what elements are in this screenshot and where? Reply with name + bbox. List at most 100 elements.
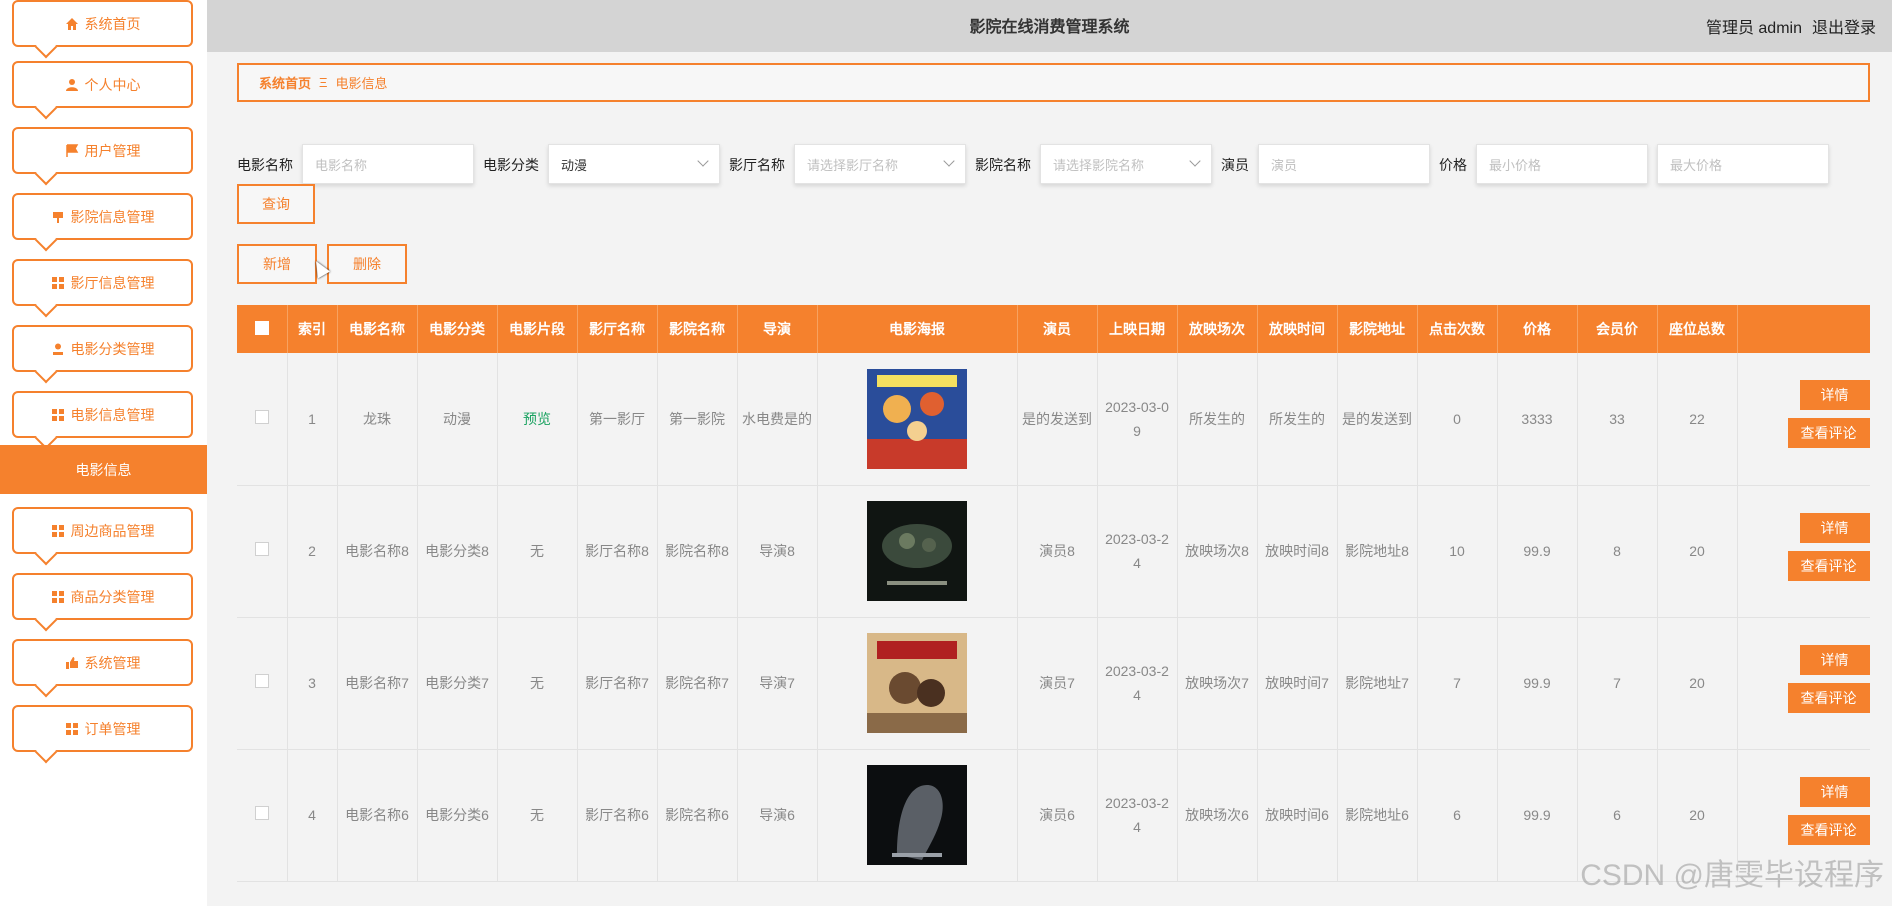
sidebar-item-label: 系统管理 bbox=[84, 654, 141, 671]
select-all-checkbox[interactable] bbox=[254, 320, 269, 335]
detail-button[interactable]: 详情 bbox=[1799, 776, 1870, 807]
grid-icon bbox=[51, 408, 64, 421]
sidebar-item-system[interactable]: 系统管理 bbox=[12, 639, 193, 686]
view-comments-button[interactable]: 查看评论 bbox=[1787, 814, 1870, 845]
movie-poster-image bbox=[867, 368, 967, 469]
actor-input[interactable]: 演员 bbox=[1258, 144, 1430, 184]
sidebar-item-home[interactable]: 系统首页 bbox=[12, 0, 193, 47]
table-header-row: 索引 电影名称 电影分类 电影片段 影厅名称 影院名称 导演 电影海报 演员 上… bbox=[237, 305, 1870, 353]
cell-poster bbox=[817, 353, 1018, 486]
category-value: 动漫 bbox=[561, 157, 588, 173]
cell-price: 3333 bbox=[1497, 353, 1578, 486]
sidebar-item-personal-center[interactable]: 个人中心 bbox=[12, 61, 193, 108]
sidebar-item-movie-category[interactable]: 电影分类管理 bbox=[12, 325, 193, 372]
min-price-input[interactable]: 最小价格 bbox=[1476, 144, 1648, 184]
cinema-placeholder: 请选择影院名称 bbox=[1053, 157, 1145, 173]
hall-placeholder: 请选择影厅名称 bbox=[807, 157, 899, 173]
cell-actor: 演员7 bbox=[1017, 617, 1098, 750]
delete-button[interactable]: 删除 bbox=[327, 244, 407, 284]
app-title: 影院在线消费管理系统 bbox=[969, 19, 1130, 36]
sidebar-item-label: 个人中心 bbox=[84, 76, 141, 93]
sidebar-item-orders[interactable]: 订单管理 bbox=[12, 705, 193, 752]
max-price-input[interactable]: 最大价格 bbox=[1657, 144, 1829, 184]
table-row: 4 电影名称6 电影分类6 无 影厅名称6 影院名称6 导演6 演员6 2023… bbox=[237, 749, 1870, 882]
sidebar-item-movie-info[interactable]: 电影信息管理 bbox=[12, 391, 193, 438]
view-comments-button[interactable]: 查看评论 bbox=[1787, 550, 1870, 581]
movie-name-input[interactable]: 电影名称 bbox=[302, 144, 474, 184]
column-header: 电影片段 bbox=[497, 305, 578, 353]
view-comments-button[interactable]: 查看评论 bbox=[1787, 418, 1870, 448]
row-checkbox[interactable] bbox=[254, 806, 269, 820]
user-area: 管理员 admin 退出登录 bbox=[1706, 14, 1876, 38]
cell-member-price: 33 bbox=[1577, 353, 1658, 486]
user-icon bbox=[52, 343, 63, 355]
home-icon bbox=[65, 17, 78, 30]
column-header: 演员 bbox=[1017, 305, 1098, 353]
column-header: 座位总数 bbox=[1657, 305, 1738, 353]
row-checkbox[interactable] bbox=[254, 542, 269, 556]
sidebar-item-hall-info[interactable]: 影厅信息管理 bbox=[12, 259, 193, 306]
price-label: 价格 bbox=[1439, 157, 1467, 173]
cell-actor: 演员8 bbox=[1017, 485, 1098, 618]
movie-name-placeholder: 电影名称 bbox=[315, 157, 368, 173]
thumb-icon bbox=[65, 656, 78, 669]
cell-name: 电影名称7 bbox=[337, 617, 418, 750]
cell-category: 动漫 bbox=[417, 353, 498, 486]
column-header: 影院地址 bbox=[1337, 305, 1418, 353]
breadcrumb-home[interactable]: 系统首页 bbox=[259, 73, 311, 92]
cell-clip-preview-link[interactable]: 预览 bbox=[497, 353, 578, 486]
cell-time: 所发生的 bbox=[1257, 353, 1338, 486]
actions-header bbox=[1737, 305, 1870, 353]
cell-actions: 详情 查看评论 bbox=[1737, 749, 1870, 882]
cell-seats: 22 bbox=[1657, 353, 1738, 486]
view-comments-button[interactable]: 查看评论 bbox=[1787, 682, 1870, 713]
cell-seats: 20 bbox=[1657, 749, 1738, 882]
query-button[interactable]: 查询 bbox=[237, 184, 315, 224]
add-button[interactable]: 新增 bbox=[237, 244, 317, 284]
logout-link[interactable]: 退出登录 bbox=[1812, 14, 1876, 38]
cell-director: 导演6 bbox=[737, 749, 818, 882]
cell-date: 2023-03-24 bbox=[1097, 749, 1178, 882]
movie-table: 索引 电影名称 电影分类 电影片段 影厅名称 影院名称 导演 电影海报 演员 上… bbox=[237, 305, 1870, 906]
column-header: 影厅名称 bbox=[577, 305, 658, 353]
row-checkbox[interactable] bbox=[254, 409, 269, 424]
sidebar-subitem-movie-info[interactable]: 电影信息 bbox=[0, 445, 207, 494]
cell-cinema: 影院名称7 bbox=[657, 617, 738, 750]
detail-button[interactable]: 详情 bbox=[1799, 380, 1870, 410]
sidebar-item-cinema-info[interactable]: 影院信息管理 bbox=[12, 193, 193, 240]
cell-date: 2023-03-09 bbox=[1097, 353, 1178, 486]
breadcrumb: 系统首页 Ξ 电影信息 bbox=[237, 63, 1870, 102]
topbar: 影院在线消费管理系统 管理员 admin 退出登录 bbox=[207, 0, 1892, 52]
cell-clip: 无 bbox=[497, 617, 578, 750]
cell-address: 是的发送到 bbox=[1337, 353, 1418, 486]
column-header: 会员价 bbox=[1577, 305, 1658, 353]
cell-category: 电影分类6 bbox=[417, 749, 498, 882]
sidebar-item-merch[interactable]: 周边商品管理 bbox=[12, 507, 193, 554]
cell-address: 影院地址7 bbox=[1337, 617, 1418, 750]
sidebar-item-label: 订单管理 bbox=[84, 720, 141, 737]
row-select-cell[interactable] bbox=[237, 353, 288, 486]
cell-hall: 影厅名称6 bbox=[577, 749, 658, 882]
cinema-select[interactable]: 请选择影院名称 bbox=[1040, 144, 1212, 184]
grid-icon bbox=[51, 276, 64, 289]
row-select-cell[interactable] bbox=[237, 485, 288, 618]
person-icon bbox=[65, 78, 78, 91]
row-select-cell[interactable] bbox=[237, 749, 288, 882]
cell-name: 龙珠 bbox=[337, 353, 418, 486]
detail-button[interactable]: 详情 bbox=[1799, 644, 1870, 675]
detail-button[interactable]: 详情 bbox=[1799, 512, 1870, 543]
cell-date: 2023-03-24 bbox=[1097, 617, 1178, 750]
sidebar-item-product-category[interactable]: 商品分类管理 bbox=[12, 573, 193, 620]
sidebar-item-users[interactable]: 用户管理 bbox=[12, 127, 193, 174]
row-checkbox[interactable] bbox=[254, 674, 269, 688]
table-row: 1 龙珠 动漫 预览 第一影厅 第一影院 水电费是的 是的发送到 2023-03… bbox=[237, 353, 1870, 486]
column-header: 电影名称 bbox=[337, 305, 418, 353]
category-label: 电影分类 bbox=[483, 157, 539, 173]
column-header: 点击次数 bbox=[1417, 305, 1498, 353]
select-all-header[interactable] bbox=[237, 305, 288, 353]
cell-director: 导演7 bbox=[737, 617, 818, 750]
hall-select[interactable]: 请选择影厅名称 bbox=[794, 144, 966, 184]
category-select[interactable]: 动漫 bbox=[548, 144, 720, 184]
sidebar-item-label: 电影信息管理 bbox=[70, 406, 155, 423]
row-select-cell[interactable] bbox=[237, 617, 288, 750]
